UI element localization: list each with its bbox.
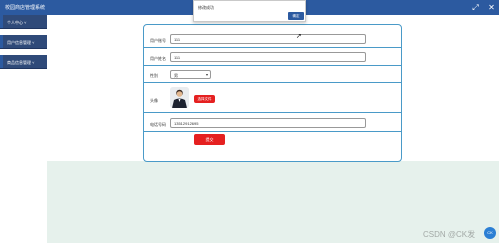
- divider: [144, 65, 401, 66]
- divider: [144, 112, 401, 113]
- sidebar-item-user-management[interactable]: 用户信息管理 ˅: [0, 35, 47, 49]
- choose-file-button[interactable]: 选择文件: [194, 95, 215, 103]
- floating-badge[interactable]: CK: [484, 227, 496, 239]
- chevron-down-icon: ˅: [31, 60, 35, 65]
- person-photo-icon: [170, 87, 189, 108]
- name-label: 用户姓名: [150, 56, 166, 61]
- chevron-down-icon: ▾: [205, 72, 208, 77]
- dialog-message: 修改成功: [198, 5, 214, 10]
- phone-label: 电话号码: [150, 122, 166, 127]
- sidebar: 个人中心 ˅ 用户信息管理 ˅ 商品信息管理 ˅: [0, 15, 47, 78]
- avatar: [170, 87, 189, 108]
- expand-icon[interactable]: ⤢: [471, 3, 480, 12]
- sidebar-item-label: 商品信息管理: [7, 60, 31, 65]
- gender-label: 性别: [150, 73, 158, 78]
- submit-button[interactable]: 提交: [194, 134, 225, 145]
- gender-select[interactable]: 男 ▾: [170, 70, 211, 79]
- sidebar-item-label: 个人中心: [7, 20, 23, 25]
- sidebar-item-product-management[interactable]: 商品信息管理 ˅: [0, 55, 47, 69]
- success-dialog: 修改成功 确定: [193, 0, 306, 22]
- phone-field[interactable]: 13512912695: [170, 118, 366, 128]
- divider: [144, 82, 401, 83]
- sidebar-item-label: 用户信息管理: [7, 40, 31, 45]
- watermark: CSDN @CK发: [423, 230, 476, 239]
- app-title: 校园商店管理系统: [5, 5, 46, 11]
- divider: [144, 47, 401, 48]
- chevron-down-icon: ˅: [23, 20, 27, 25]
- chevron-down-icon: ˅: [31, 40, 35, 45]
- mouse-pointer-icon: ➚: [296, 33, 302, 40]
- dialog-ok-button[interactable]: 确定: [288, 12, 304, 20]
- sidebar-item-personal-center[interactable]: 个人中心 ˅: [0, 15, 47, 29]
- close-icon[interactable]: ✕: [487, 3, 496, 12]
- divider: [144, 131, 401, 132]
- avatar-label: 头像: [150, 98, 158, 103]
- name-field[interactable]: 111: [170, 52, 366, 62]
- account-label: 用户账号: [150, 38, 166, 43]
- gender-select-value: 男: [174, 73, 178, 78]
- account-field[interactable]: 111: [170, 34, 366, 44]
